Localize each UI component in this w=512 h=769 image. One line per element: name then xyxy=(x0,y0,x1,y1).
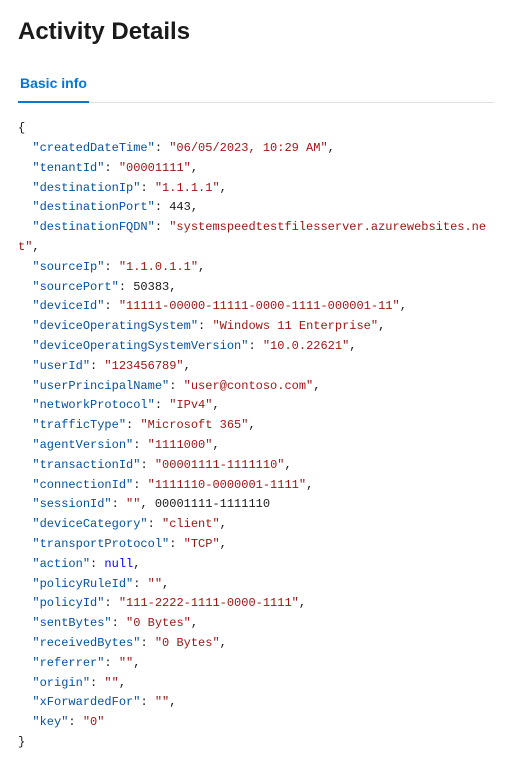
tab-bar: Basic info xyxy=(18,67,494,103)
tab-basic-info[interactable]: Basic info xyxy=(18,67,89,103)
json-content: { "createdDateTime": "06/05/2023, 10:29 … xyxy=(18,119,494,753)
page-title: Activity Details xyxy=(18,16,494,47)
activity-details-panel: Activity Details Basic info { "createdDa… xyxy=(0,0,512,769)
